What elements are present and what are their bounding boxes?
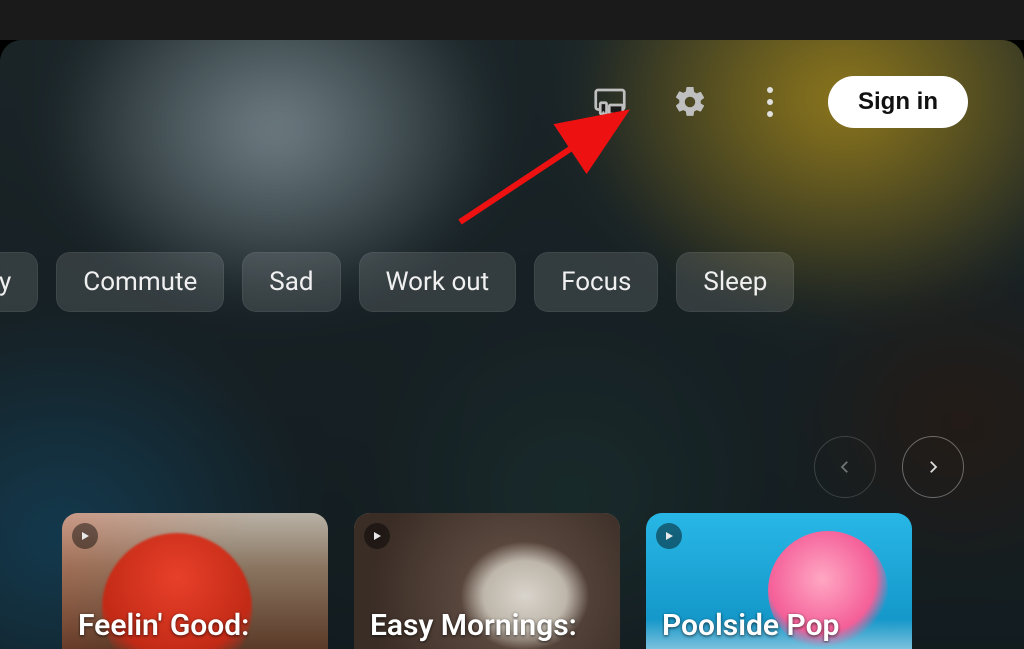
mood-chips-row: rty Commute Sad Work out Focus Sleep <box>0 252 1024 312</box>
carousel-prev-button[interactable] <box>814 436 876 498</box>
card-title: Feelin' Good: <box>78 608 316 643</box>
chip-commute[interactable]: Commute <box>56 252 224 312</box>
playlist-card[interactable]: Easy Mornings: <box>354 513 620 649</box>
chip-focus[interactable]: Focus <box>534 252 658 312</box>
chip-label: Focus <box>561 267 631 297</box>
chip-work-out[interactable]: Work out <box>359 252 517 312</box>
play-icon <box>364 523 390 549</box>
playlist-card[interactable]: Poolside Pop <box>646 513 912 649</box>
card-title: Poolside Pop <box>662 608 900 643</box>
chip-label: rty <box>0 267 11 297</box>
play-icon <box>656 523 682 549</box>
app-viewport: Sign in rty Commute Sad Work out Focus S… <box>0 0 1024 649</box>
playlist-card[interactable]: Feelin' Good: <box>62 513 328 649</box>
chip-label: Commute <box>83 267 197 297</box>
play-icon <box>72 523 98 549</box>
chip-label: Work out <box>386 267 490 297</box>
carousel-nav <box>814 436 964 498</box>
gear-icon[interactable] <box>668 80 712 124</box>
chevron-right-icon <box>924 458 942 476</box>
chip-partial[interactable]: rty <box>0 252 38 312</box>
device-status-bar <box>0 0 1024 40</box>
sign-in-button[interactable]: Sign in <box>828 76 968 128</box>
chip-label: Sad <box>269 267 313 297</box>
chip-sleep[interactable]: Sleep <box>676 252 794 312</box>
carousel-next-button[interactable] <box>902 436 964 498</box>
more-icon[interactable] <box>748 80 792 124</box>
chip-sad[interactable]: Sad <box>242 252 340 312</box>
header-actions: Sign in <box>588 76 968 128</box>
chevron-left-icon <box>836 458 854 476</box>
playlist-cards-row: Feelin' Good: Easy Mornings: Poolside Po… <box>62 513 912 649</box>
cast-icon[interactable] <box>588 80 632 124</box>
card-title: Easy Mornings: <box>370 608 608 643</box>
chip-label: Sleep <box>703 267 767 297</box>
